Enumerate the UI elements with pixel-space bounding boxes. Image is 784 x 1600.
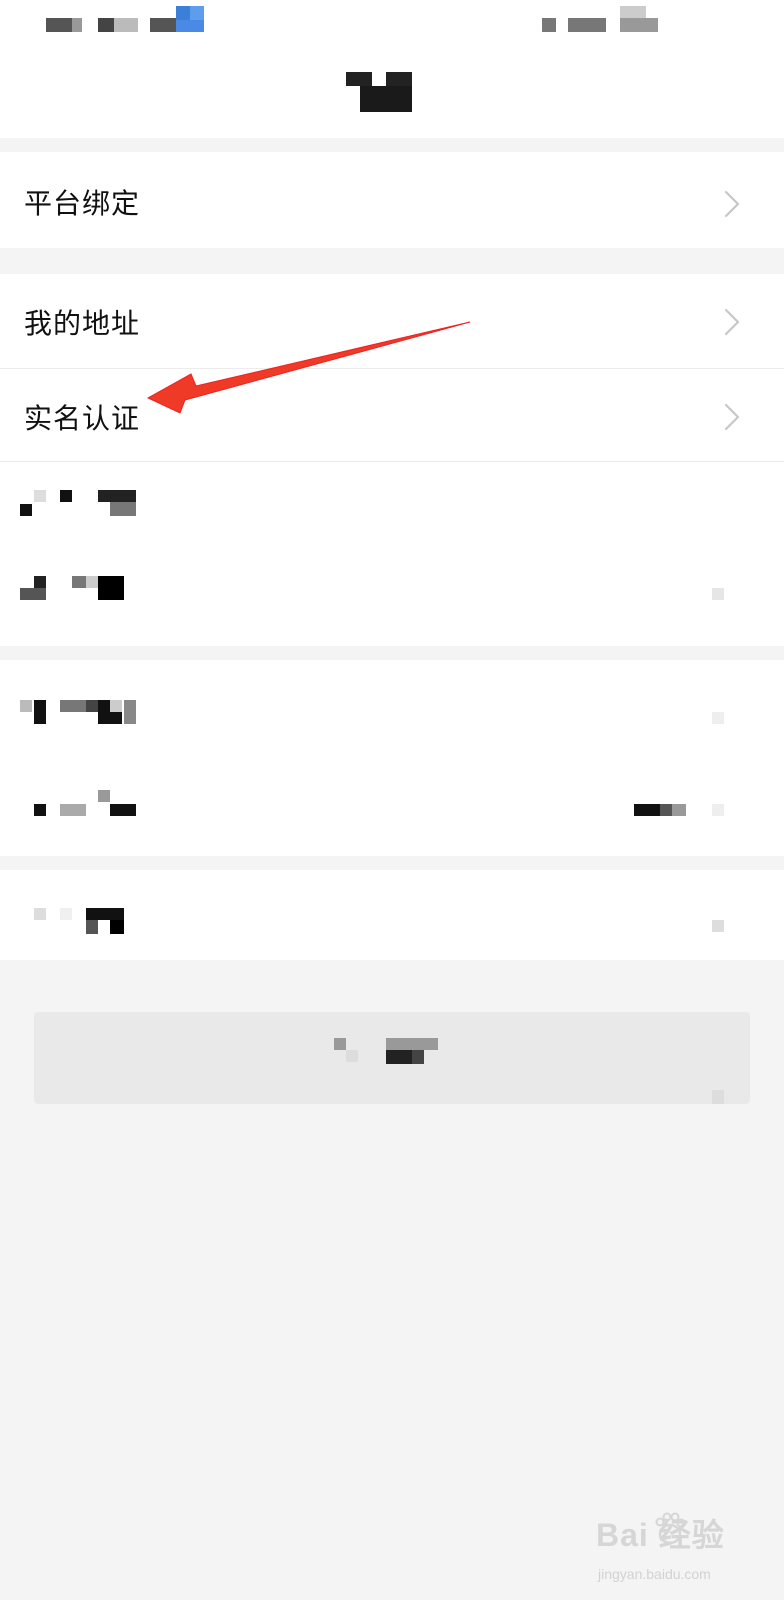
annotation-arrow <box>146 321 471 414</box>
watermark-brand: Bai 经验 <box>596 1517 725 1553</box>
baidu-jingyan-watermark: Bai 经验 jingyan.baidu.com <box>596 1510 746 1594</box>
watermark-url: jingyan.baidu.com <box>598 1566 711 1582</box>
